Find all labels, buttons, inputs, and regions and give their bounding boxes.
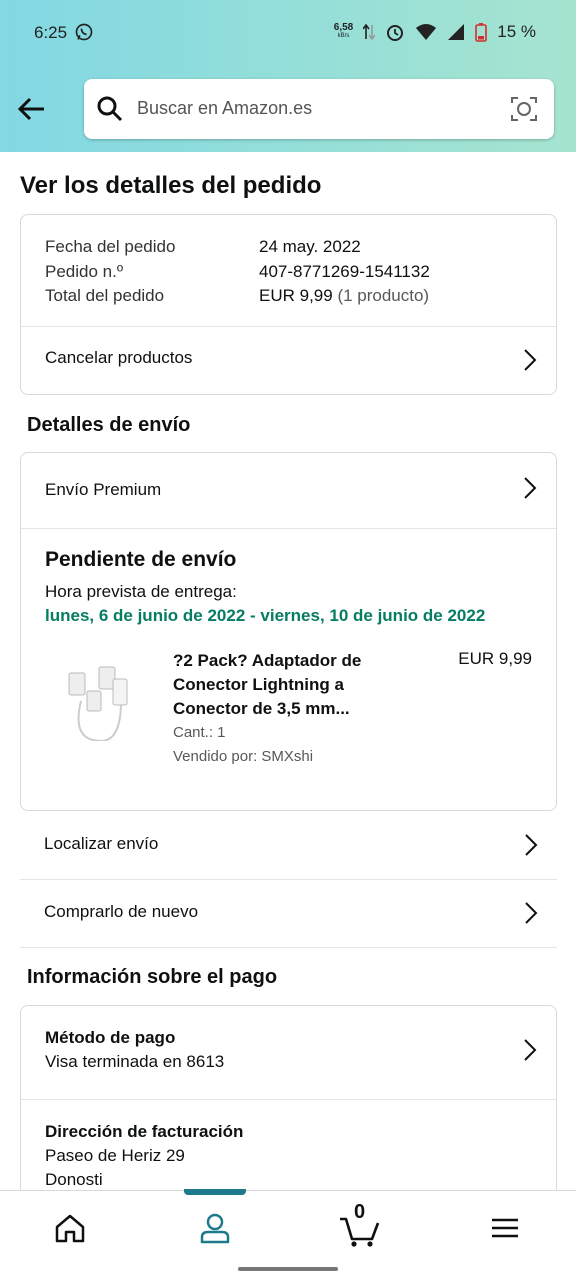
track-shipment-label: Localizar envío [44,834,159,853]
eta-label: Hora prevista de entrega: [45,582,237,601]
order-total-label: Total del pedido [45,286,165,305]
divider [21,528,556,529]
order-summary-card: Fecha del pedido 24 may. 2022 Pedido n.º… [20,214,557,395]
product-image [68,666,128,741]
shipping-method-row[interactable]: Envío Premium [21,453,556,528]
search-input[interactable]: Buscar en Amazon.es [137,98,312,119]
battery-icon [475,23,488,42]
order-date-value: 24 may. 2022 [259,237,361,256]
order-date-label: Fecha del pedido [45,237,176,256]
signal-icon [448,24,465,40]
shipping-status: Pendiente de envío [45,548,237,571]
product-seller: Vendido por: SMXshi [173,748,314,765]
back-arrow-icon[interactable] [16,94,46,124]
whatsapp-icon [75,23,93,41]
shipping-card: Envío Premium Pendiente de envío Hora pr… [20,452,557,811]
status-bar: 6:25 6,58 kB/s 15 % [0,18,576,48]
net-speed: 6,58 kB/s [333,22,354,40]
eta-value: lunes, 6 de junio de 2022 - viernes, 10 … [45,606,486,625]
home-icon[interactable] [53,1211,87,1245]
status-icons: 6,58 kB/s 15 % [334,22,536,42]
product-item[interactable]: ?2 Pack? Adaptador de Conector Lightning… [21,643,556,773]
cancel-products-row[interactable]: Cancelar productos [21,327,556,395]
camera-search-icon[interactable] [510,95,538,123]
chevron-right-icon [524,1039,537,1061]
shipping-method-label: Envío Premium [45,480,162,499]
cancel-products-label: Cancelar productos [45,348,193,367]
battery-percent: 15 % [497,22,536,41]
app-header: 6:25 6,58 kB/s 15 % Buscar en Amazon.es [0,0,576,152]
billing-address-label: Dirección de facturación [45,1122,244,1141]
product-qty: Cant.: 1 [173,724,226,741]
billing-address-line1: Paseo de Heriz 29 [45,1146,185,1165]
account-icon[interactable] [198,1211,232,1245]
alarm-icon [387,25,404,41]
search-icon [97,96,123,122]
payment-method-row[interactable]: Método de pago Visa terminada en 8613 [21,1006,556,1099]
chevron-right-icon [524,349,537,371]
search-bar[interactable]: Buscar en Amazon.es [84,79,554,139]
transfer-arrows-icon [363,23,376,41]
menu-icon[interactable] [488,1211,522,1245]
track-shipment-row[interactable]: Localizar envío [20,812,557,880]
payment-method-label: Método de pago [45,1028,176,1047]
chevron-right-icon [525,902,538,924]
product-price: EUR 9,99 [458,649,532,668]
gesture-bar [238,1267,338,1271]
payment-card: Método de pago Visa terminada en 8613 Di… [20,1005,557,1215]
order-total-value: EUR 9,99 (1 producto) [259,286,430,305]
product-title: ?2 Pack? Adaptador de Conector Lightning… [173,651,362,718]
bottom-navigation: 0 [0,1189,576,1260]
payment-section-title: Información sobre el pago [27,966,278,988]
billing-address-line2: Donosti [45,1170,103,1189]
shipping-section-title: Detalles de envío [27,414,191,436]
chevron-right-icon [524,477,537,499]
page-title: Ver los detalles del pedido [20,172,322,199]
payment-method-value: Visa terminada en 8613 [45,1052,225,1071]
cart-count: 0 [354,1201,366,1223]
order-number-label: Pedido n.º [45,262,124,281]
order-item-count: (1 producto) [337,286,430,305]
status-time: 6:25 [34,23,68,42]
buy-again-label: Comprarlo de nuevo [44,902,199,921]
active-tab-indicator [184,1189,246,1195]
wifi-icon [416,24,437,40]
buy-again-row[interactable]: Comprarlo de nuevo [20,880,557,948]
cart-button[interactable]: 0 [338,1201,382,1249]
divider [21,1099,556,1100]
chevron-right-icon [525,834,538,856]
order-number-value: 407-8771269-1541132 [259,262,430,281]
